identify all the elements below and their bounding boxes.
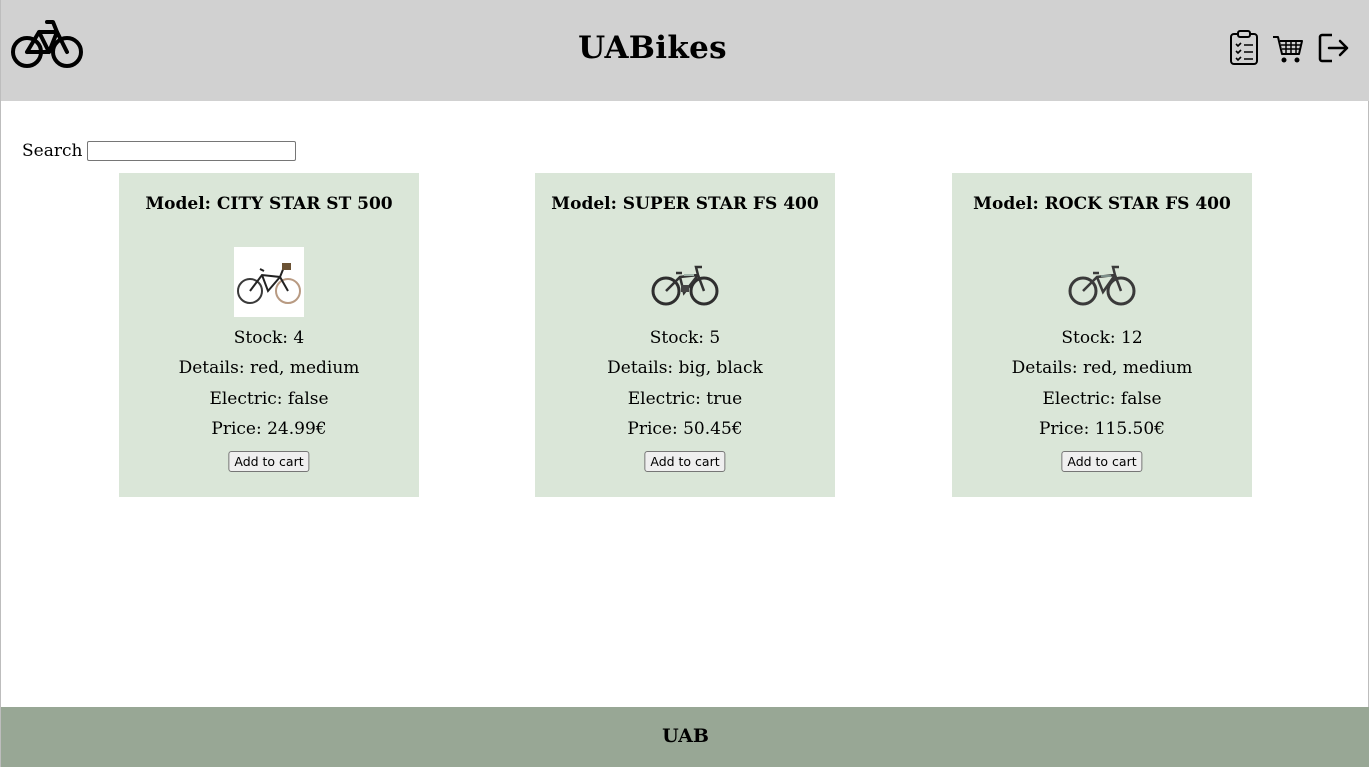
logout-icon[interactable] <box>1318 30 1350 66</box>
product-card: Model: CITY STAR ST 500 Stock: 4 Details… <box>119 173 419 497</box>
product-card: Model: SUPER STAR FS 400 Stock: 5 Detail… <box>535 173 835 497</box>
mountain-bike-image <box>1068 265 1136 306</box>
shopping-cart-icon[interactable] <box>1272 30 1304 66</box>
product-electric: Electric: false <box>209 389 329 409</box>
footer-text: UAB <box>662 725 709 747</box>
product-electric: Electric: true <box>627 389 743 409</box>
city-bike-image <box>234 247 304 317</box>
add-to-cart-button[interactable]: Add to cart <box>228 451 310 472</box>
product-stock: Stock: 5 <box>649 328 721 348</box>
product-details: Details: red, medium <box>1011 358 1193 378</box>
product-electric: Electric: false <box>1042 389 1162 409</box>
page-title: UABikes <box>578 30 727 66</box>
product-stock: Stock: 12 <box>1061 328 1143 348</box>
product-details: Details: big, black <box>607 358 763 378</box>
search-input[interactable] <box>87 141 297 161</box>
product-details: Details: red, medium <box>178 358 360 378</box>
product-stock: Stock: 4 <box>233 328 305 348</box>
search-label: Search <box>22 141 83 161</box>
product-card: Model: ROCK STAR FS 400 Stock: 12 Detail… <box>952 173 1252 497</box>
add-to-cart-button[interactable]: Add to cart <box>1061 451 1143 472</box>
product-model: Model: CITY STAR ST 500 <box>145 194 393 214</box>
electric-mountain-bike-image <box>651 265 719 306</box>
add-to-cart-button[interactable]: Add to cart <box>644 451 726 472</box>
product-model: Model: ROCK STAR FS 400 <box>973 194 1231 214</box>
product-price: Price: 50.45€ <box>627 419 743 439</box>
footer: UAB <box>1 707 1369 767</box>
product-price: Price: 24.99€ <box>211 419 327 439</box>
product-model: Model: SUPER STAR FS 400 <box>551 194 819 214</box>
clipboard-list-icon[interactable] <box>1228 30 1260 66</box>
product-price: Price: 115.50€ <box>1038 419 1165 439</box>
search-bar: Search <box>22 141 297 161</box>
header: UABikes <box>1 0 1369 101</box>
